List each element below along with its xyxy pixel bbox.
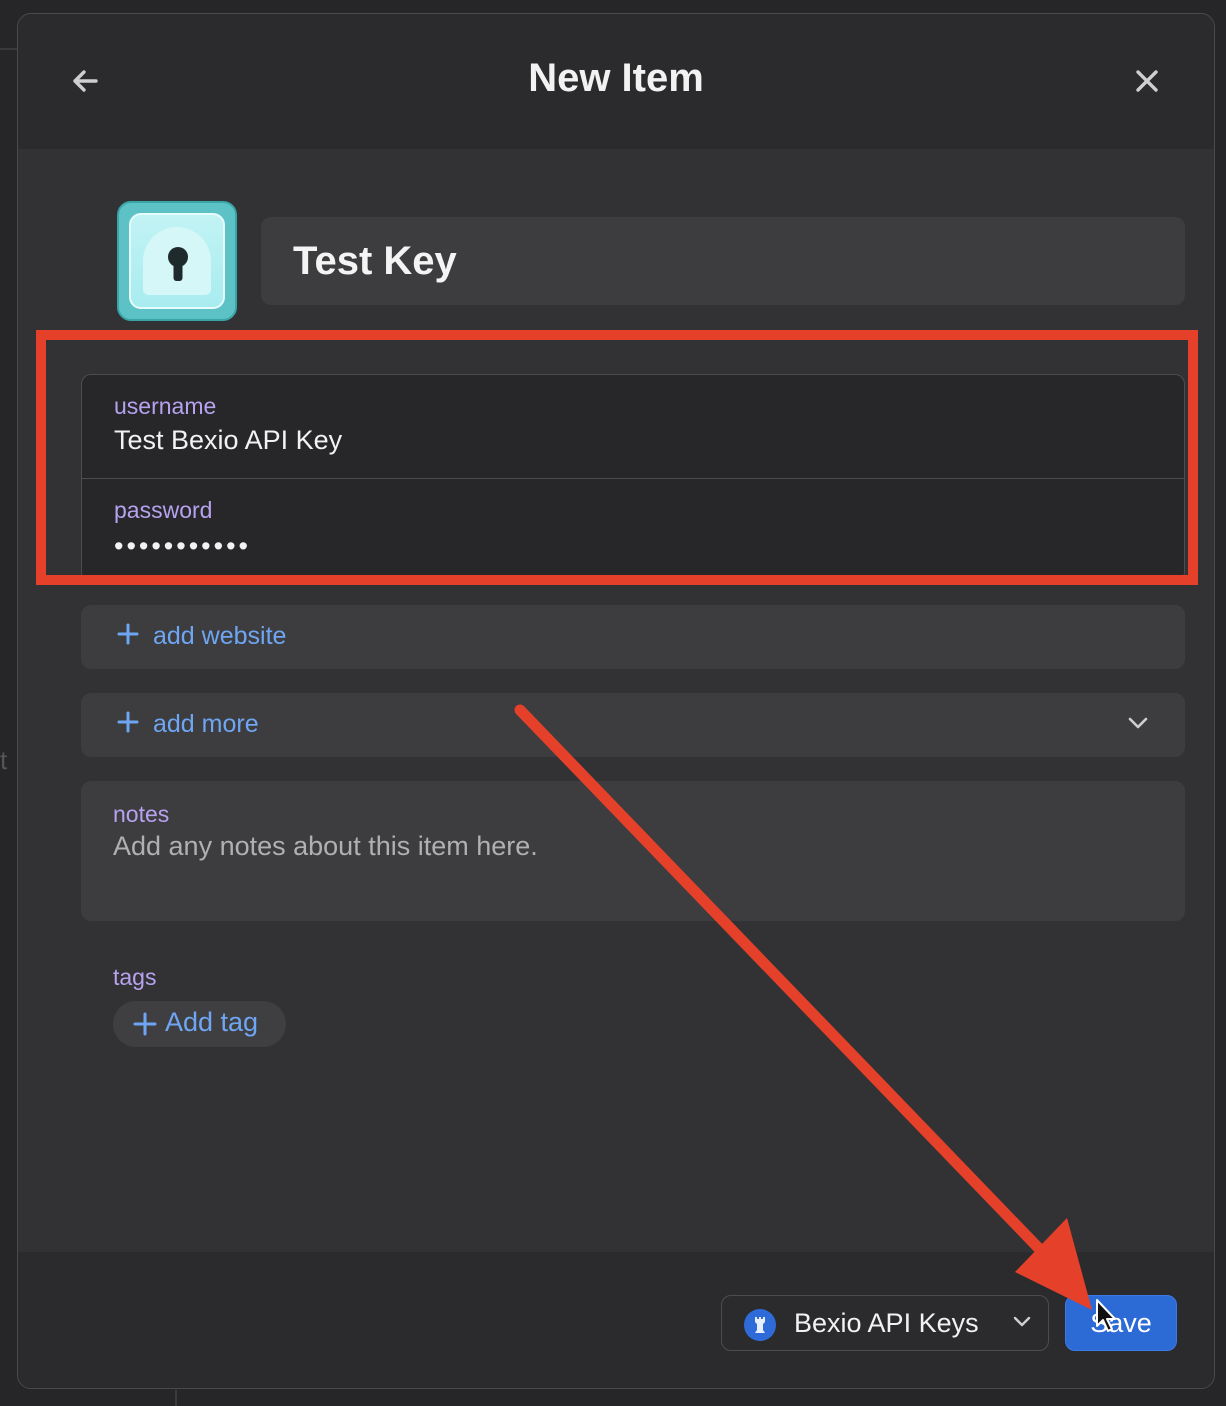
item-title-input[interactable]: Test Key [261,217,1185,305]
notes-label: notes [113,801,170,827]
keyhole-icon [168,247,188,281]
dialog-header: New Item [18,14,1214,149]
add-tag-label: Add tag [165,1007,259,1037]
close-button[interactable] [1120,54,1174,108]
add-website-button[interactable]: add website [81,605,1185,669]
close-icon [1136,70,1158,92]
item-category-icon[interactable] [117,201,237,321]
add-website-label: add website [153,622,287,650]
notes-placeholder: Add any notes about this item here. [113,831,538,861]
plus-icon [117,711,139,733]
vault-selector[interactable]: Bexio API Keys [721,1295,1049,1351]
password-label: password [114,497,213,523]
save-button[interactable]: Save [1065,1295,1177,1351]
new-item-dialog: New Item Test Key username Test Bexio AP… [17,13,1215,1389]
notes-field[interactable]: notes Add any notes about this item here… [81,781,1185,921]
vault-name: Bexio API Keys [794,1308,979,1338]
add-tag-button[interactable]: Add tag [113,1001,286,1047]
add-more-button[interactable]: add more [81,693,1185,757]
password-value[interactable]: ••••••••••• [114,531,251,562]
add-more-label: add more [153,710,259,738]
mouse-cursor-icon [1096,1299,1116,1332]
username-value[interactable]: Test Bexio API Key [114,425,342,456]
backdrop-text-fragment: t [0,745,8,775]
plus-icon [133,1012,157,1036]
username-label: username [114,393,217,419]
item-icon-face [129,213,225,309]
vault-rook-icon [755,1317,765,1333]
credentials-section: username Test Bexio API Key password •••… [81,374,1185,582]
backdrop-divider [175,1390,177,1406]
vault-icon [744,1309,776,1341]
password-field[interactable]: password ••••••••••• [82,479,1184,583]
dialog-footer: Bexio API Keys Save [18,1252,1214,1388]
plus-icon [117,623,139,645]
chevron-down-icon [1128,717,1148,729]
username-field[interactable]: username Test Bexio API Key [82,375,1184,479]
tags-label: tags [113,964,157,990]
chevron-down-icon [1013,1316,1031,1327]
dialog-title: New Item [528,56,704,100]
